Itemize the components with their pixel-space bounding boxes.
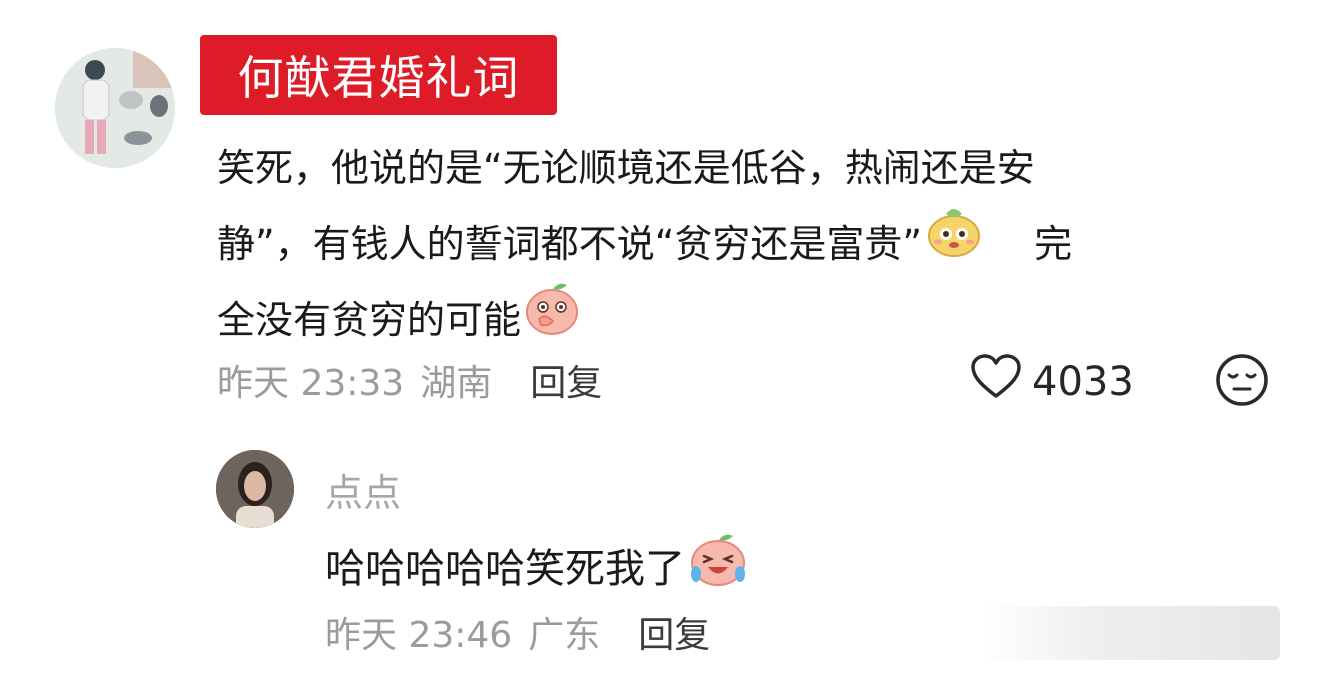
comment-line-3: 全没有贫穷的可能 — [217, 282, 1277, 358]
reply-reply-button[interactable]: 回复 — [638, 606, 710, 658]
commenter-avatar[interactable] — [55, 48, 175, 168]
reply-meta: 昨天 23:46 广东 回复 — [325, 604, 710, 660]
watermark — [980, 606, 1280, 660]
like-count: 4033 — [1032, 359, 1134, 405]
comment-meta: 昨天 23:33 湖南 回复 — [217, 352, 602, 408]
reply-body: 哈哈哈哈哈笑死我了 — [325, 532, 749, 598]
comment-location: 湖南 — [420, 363, 493, 404]
comment-line-3-text: 全没有贫穷的可能 — [217, 298, 522, 342]
reply-text: 哈哈哈哈哈笑死我了 — [325, 546, 685, 592]
dislike-face-icon[interactable] — [1212, 350, 1272, 410]
reply-location: 广东 — [528, 615, 601, 656]
reply-time: 昨天 23:46 — [325, 615, 513, 656]
heart-icon — [970, 354, 1022, 410]
title-badge: 何猷君婚礼词 — [200, 35, 557, 115]
comment-line-2: 静”，有钱人的誓词都不说“贫穷还是富贵” 完 — [217, 206, 1277, 282]
comment-title: 何猷君婚礼词 — [237, 51, 520, 105]
comment-time: 昨天 23:33 — [217, 363, 405, 404]
smug-emoji-icon — [926, 206, 982, 283]
reply-button[interactable]: 回复 — [530, 354, 602, 406]
comment-line-1: 笑死，他说的是“无论顺境还是低谷，热闹还是安 — [217, 146, 1035, 190]
covering-mouth-emoji-icon — [523, 279, 581, 362]
comment-line-2-text: 静”，有钱人的誓词都不说“贫穷还是富贵” — [217, 222, 923, 266]
laughing-crying-emoji-icon — [687, 530, 749, 600]
reply-user-avatar[interactable] — [216, 450, 294, 528]
reply-username[interactable]: 点点 — [325, 462, 401, 517]
comment-body: 笑死，他说的是“无论顺境还是低谷，热闹还是安 静”，有钱人的誓词都不说“贫穷还是… — [217, 130, 1277, 358]
like-button[interactable]: 4033 — [970, 352, 1134, 412]
comment-line-2-tail: 完 — [1034, 222, 1073, 266]
